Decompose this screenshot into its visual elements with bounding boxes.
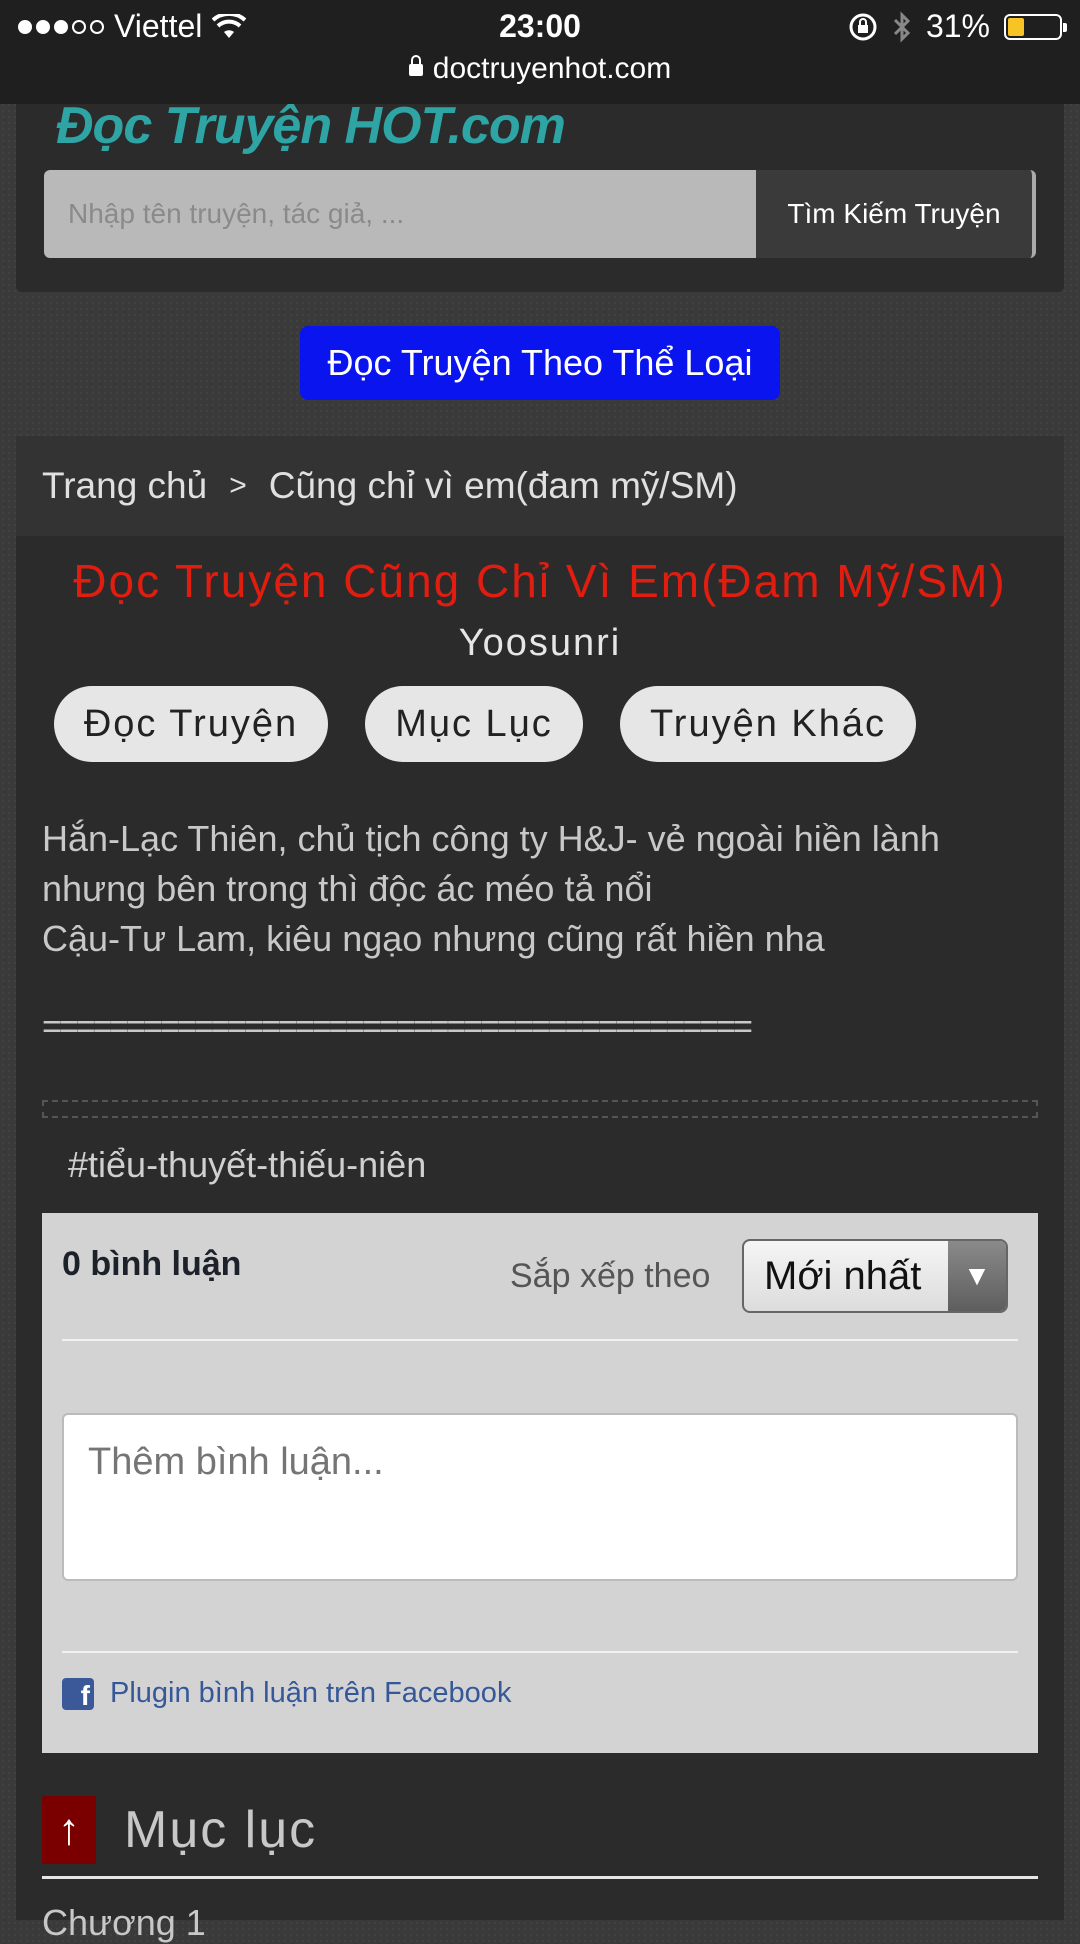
dashed-divider [42, 1100, 1038, 1118]
sort-label: Sắp xếp theo [510, 1257, 711, 1295]
url-text: doctruyenhot.com [432, 52, 672, 85]
comment-input[interactable] [62, 1413, 1018, 1581]
facebook-plugin-link[interactable]: f Plugin bình luận trên Facebook [62, 1677, 511, 1710]
breadcrumb-current[interactable]: Cũng chỉ vì em(đam mỹ/SM) [269, 465, 738, 507]
divider [62, 1651, 1018, 1653]
bluetooth-icon [893, 10, 911, 43]
divider [62, 1339, 1018, 1341]
toc-title: Mục lục [124, 1801, 318, 1859]
search-input[interactable] [44, 170, 756, 258]
rotation-lock-icon [849, 13, 877, 40]
story-title: Đọc Truyện Cũng Chỉ Vì Em(Đam Mỹ/SM) [73, 555, 1007, 607]
sort-select-value: Mới nhất [764, 1253, 922, 1298]
battery-percent: 31% [925, 8, 990, 44]
story-author[interactable]: Yoosunri [16, 622, 1064, 665]
facebook-plugin-label: Plugin bình luận trên Facebook [110, 1677, 512, 1709]
read-story-button[interactable]: Đọc Truyện [54, 686, 328, 762]
breadcrumb: Trang chủ > Cũng chỉ vì em(đam mỹ/SM) [16, 436, 1064, 536]
search-bar: Tìm Kiếm Truyện [44, 170, 1036, 258]
toc-header: ↑ Mục lục [42, 1796, 317, 1864]
search-button[interactable]: Tìm Kiếm Truyện [756, 170, 1036, 258]
toc-divider [42, 1876, 1038, 1879]
description-line: Cậu-Tư Lam, kiêu ngạo nhưng cũng rất hiề… [42, 918, 825, 959]
comment-count: 0 bình luận [62, 1245, 242, 1283]
arrow-up-icon[interactable]: ↑ [42, 1796, 96, 1864]
genre-button[interactable]: Đọc Truyện Theo Thể Loại [300, 326, 780, 400]
lock-icon [408, 55, 423, 76]
facebook-icon: f [62, 1677, 94, 1710]
toc-item[interactable]: Chương 1 [42, 1902, 206, 1944]
story-description: Hắn-Lạc Thiên, chủ tịch công ty H&J- vẻ … [42, 814, 1042, 964]
status-right: 31% [848, 8, 1067, 45]
breadcrumb-home[interactable]: Trang chủ [42, 465, 207, 507]
dropdown-arrow-icon: ▼ [948, 1241, 1006, 1311]
battery-level [1008, 17, 1024, 36]
table-of-contents-button[interactable]: Mục Lục [365, 686, 583, 762]
site-logo[interactable]: Đọc Truyện HOT.com [56, 96, 566, 156]
description-line: nhưng bên trong thì độc ác méo tả nổi [42, 868, 653, 909]
facebook-comments: 0 bình luận Sắp xếp theo Mới nhất ▼ f Pl… [42, 1213, 1038, 1753]
address-bar[interactable]: doctruyenhot.com [0, 52, 1080, 86]
status-bar: Viettel 23:00 31% doctruyenhot.com [0, 0, 1080, 104]
other-stories-button[interactable]: Truyện Khác [620, 686, 916, 762]
sort-select[interactable]: Mới nhất ▼ [742, 1239, 1008, 1313]
story-tag[interactable]: #tiểu-thuyết-thiếu-niên [68, 1144, 426, 1186]
description-line: Hắn-Lạc Thiên, chủ tịch công ty H&J- vẻ … [42, 818, 940, 859]
breadcrumb-separator: > [229, 469, 247, 502]
story-panel: Trang chủ > Cũng chỉ vì em(đam mỹ/SM) Đọ… [16, 436, 1064, 1943]
separator-line: ========================================… [42, 1008, 753, 1046]
battery-icon [1004, 13, 1067, 40]
